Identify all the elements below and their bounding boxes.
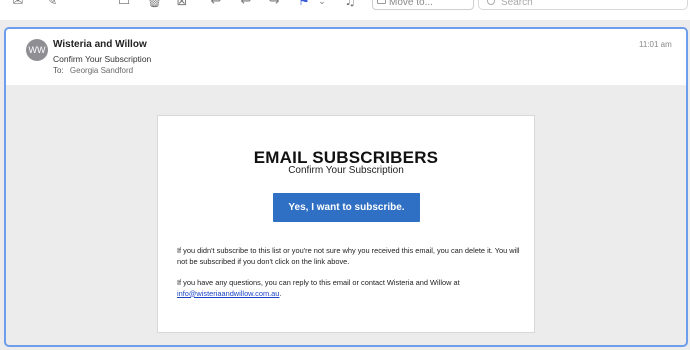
forward-icon[interactable]: ↪: [266, 0, 282, 10]
inbox-icon[interactable]: ✉: [10, 0, 26, 10]
reply-icon[interactable]: ↩: [208, 0, 224, 10]
archive-icon[interactable]: ▭: [116, 0, 132, 10]
folder-icon: [377, 0, 386, 4]
message-subject: Confirm Your Subscription: [53, 54, 152, 64]
disclaimer-paragraph: If you didn't subscribe to this list or …: [177, 246, 520, 266]
reply-all-icon[interactable]: ↩: [238, 0, 254, 10]
message-view: WW Wisteria and Willow Confirm Your Subs…: [4, 27, 688, 347]
chevron-down-icon[interactable]: ⌄: [314, 0, 330, 10]
flag-icon[interactable]: ⚑: [296, 0, 312, 10]
search-icon: [487, 0, 495, 5]
move-to-dropdown[interactable]: Move to...: [372, 0, 474, 10]
to-label: To:: [53, 66, 64, 75]
bell-icon[interactable]: ♫: [342, 0, 358, 10]
search-input[interactable]: Search: [478, 0, 688, 10]
junk-icon[interactable]: ⊠: [174, 0, 190, 10]
message-header: WW Wisteria and Willow Confirm Your Subs…: [6, 29, 686, 85]
move-to-label: Move to...: [389, 0, 433, 8]
message-time: 11:01 am: [639, 40, 672, 49]
contact-email-link[interactable]: info@wisteriaandwillow.com.au: [177, 289, 279, 298]
toolbar: ✉ ✎ ▭ 🗑 ⊠ ↩ ↩ ↪ ⚑ ⌄ ♫ Move to... Search: [0, 0, 690, 20]
contact-end: .: [279, 288, 282, 298]
search-placeholder: Search: [501, 0, 533, 8]
recipient-row: To: Georgia Sandford: [53, 66, 133, 75]
recipient-name[interactable]: Georgia Sandford: [70, 66, 133, 75]
contact-paragraph: If you have any questions, you can reply…: [177, 278, 522, 299]
email-body-card: EMAIL SUBSCRIBERS Confirm Your Subscript…: [157, 115, 535, 333]
contact-text: If you have any questions, you can reply…: [177, 278, 460, 287]
compose-icon[interactable]: ✎: [44, 0, 60, 10]
trash-icon[interactable]: 🗑: [146, 0, 163, 10]
subscribe-button[interactable]: Yes, I want to subscribe.: [273, 193, 420, 222]
avatar: WW: [26, 39, 48, 61]
email-subtitle: Confirm Your Subscription: [288, 165, 404, 176]
sender-name: Wisteria and Willow: [53, 39, 147, 50]
